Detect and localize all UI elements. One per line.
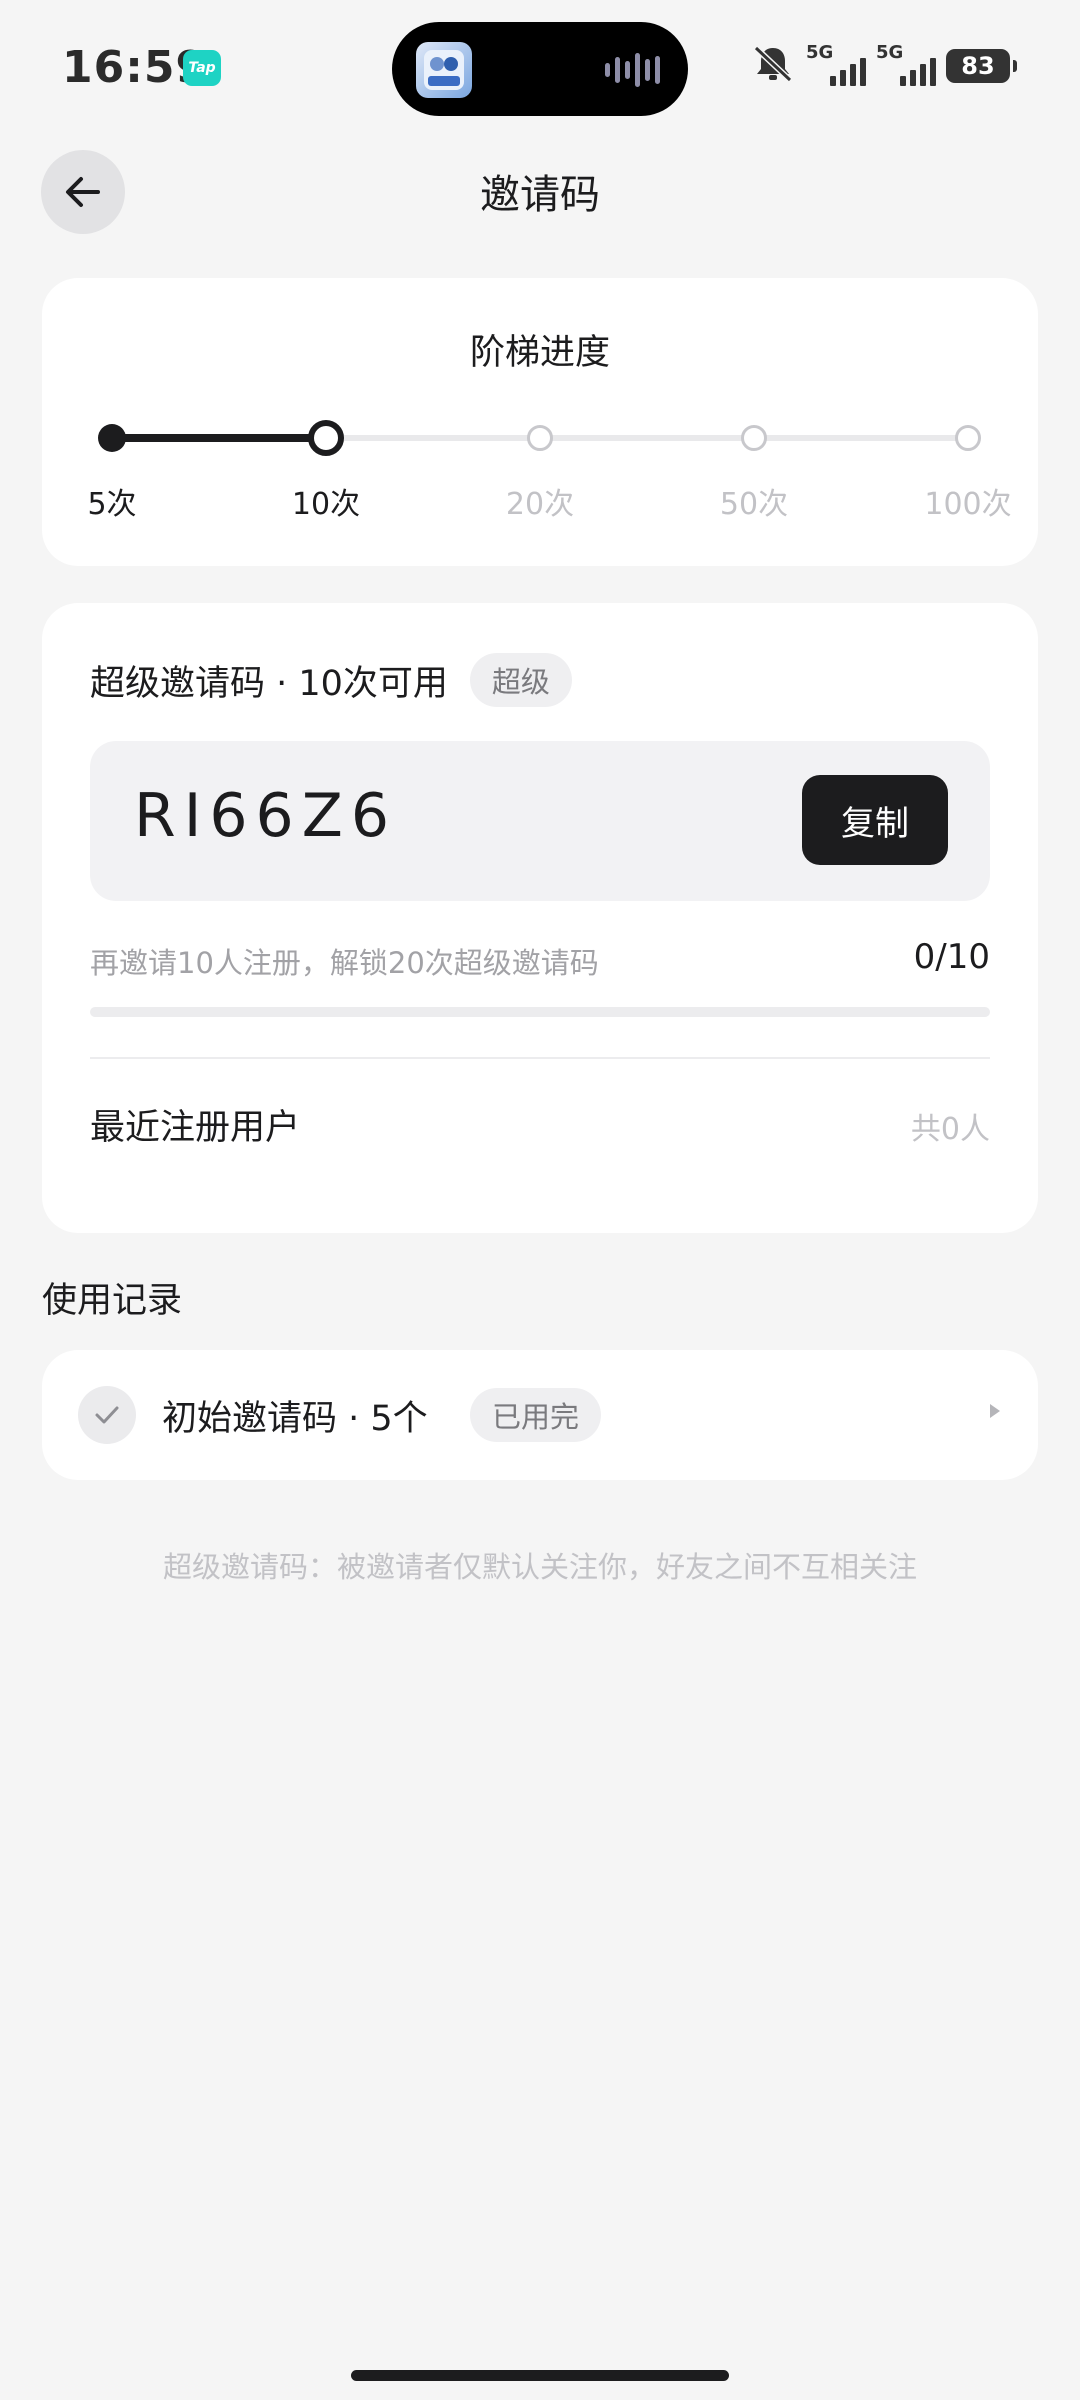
ladder-node-2 [308, 420, 344, 456]
game-app-icon [416, 42, 472, 98]
invite-code-value[interactable]: RI66Z6 [134, 781, 397, 851]
ladder-label-4: 50次 [719, 487, 789, 522]
ladder-title: 阶梯进度 [469, 333, 610, 373]
ladder-node-4 [741, 425, 767, 451]
ladder-node-1 [98, 424, 126, 452]
signal-5g-icon: 5G [806, 42, 866, 88]
progress-count: 0/10 [913, 937, 990, 977]
invite-code-card: 超级邀请码 · 10次可用 超级 RI66Z6 复制 再邀请10人注册，解锁20… [42, 603, 1038, 1233]
voice-wave-icon [605, 52, 660, 88]
usage-records-title: 使用记录 [42, 1281, 183, 1321]
super-tag: 超级 [469, 653, 572, 707]
divider [90, 1057, 990, 1059]
ladder-progress-card: 阶梯进度 5次 10次 20次 50次 100次 [42, 278, 1038, 566]
record-text: 初始邀请码 · 5个 [162, 1399, 428, 1439]
progress-bar [90, 1007, 990, 1017]
ladder-fill [112, 434, 326, 442]
record-item[interactable]: 初始邀请码 · 5个 已用完 [42, 1350, 1038, 1480]
ladder-label-5: 100次 [924, 487, 1012, 522]
dynamic-island[interactable] [392, 22, 688, 116]
ladder-label-3: 20次 [505, 487, 575, 522]
code-box: RI66Z6 复制 [90, 741, 990, 901]
progress-hint: 再邀请10人注册，解锁20次超级邀请码 [90, 946, 599, 980]
battery-icon: 83 [946, 49, 1017, 83]
status-indicators: 5G 5G 83 [750, 42, 1017, 88]
ladder-node-5 [955, 425, 981, 451]
record-status-tag: 已用完 [470, 1388, 602, 1442]
ladder-label-2: 10次 [291, 487, 361, 522]
tap-app-icon: Tap [183, 50, 221, 86]
code-heading-text: 超级邀请码 · 10次可用 [90, 663, 448, 704]
footnote: 超级邀请码：被邀请者仅默认关注你，好友之间不互相关注 [162, 1550, 917, 1584]
home-indicator[interactable] [351, 2370, 729, 2381]
mute-bell-icon [750, 44, 796, 88]
recent-users-title[interactable]: 最近注册用户 [90, 1099, 300, 1150]
copy-button[interactable]: 复制 [802, 775, 948, 865]
chevron-right-icon[interactable] [990, 1404, 1000, 1418]
status-bar: 16:59 Tap 5G 5G 83 [0, 0, 1080, 130]
page-title: 邀请码 [480, 172, 600, 218]
ladder-label-1: 5次 [87, 487, 137, 522]
signal-5g-icon-2: 5G [876, 42, 936, 88]
recent-users-count: 共0人 [910, 1112, 990, 1147]
ladder-node-3 [527, 425, 553, 451]
code-heading: 超级邀请码 · 10次可用 超级 [90, 653, 572, 707]
check-icon [78, 1386, 136, 1444]
